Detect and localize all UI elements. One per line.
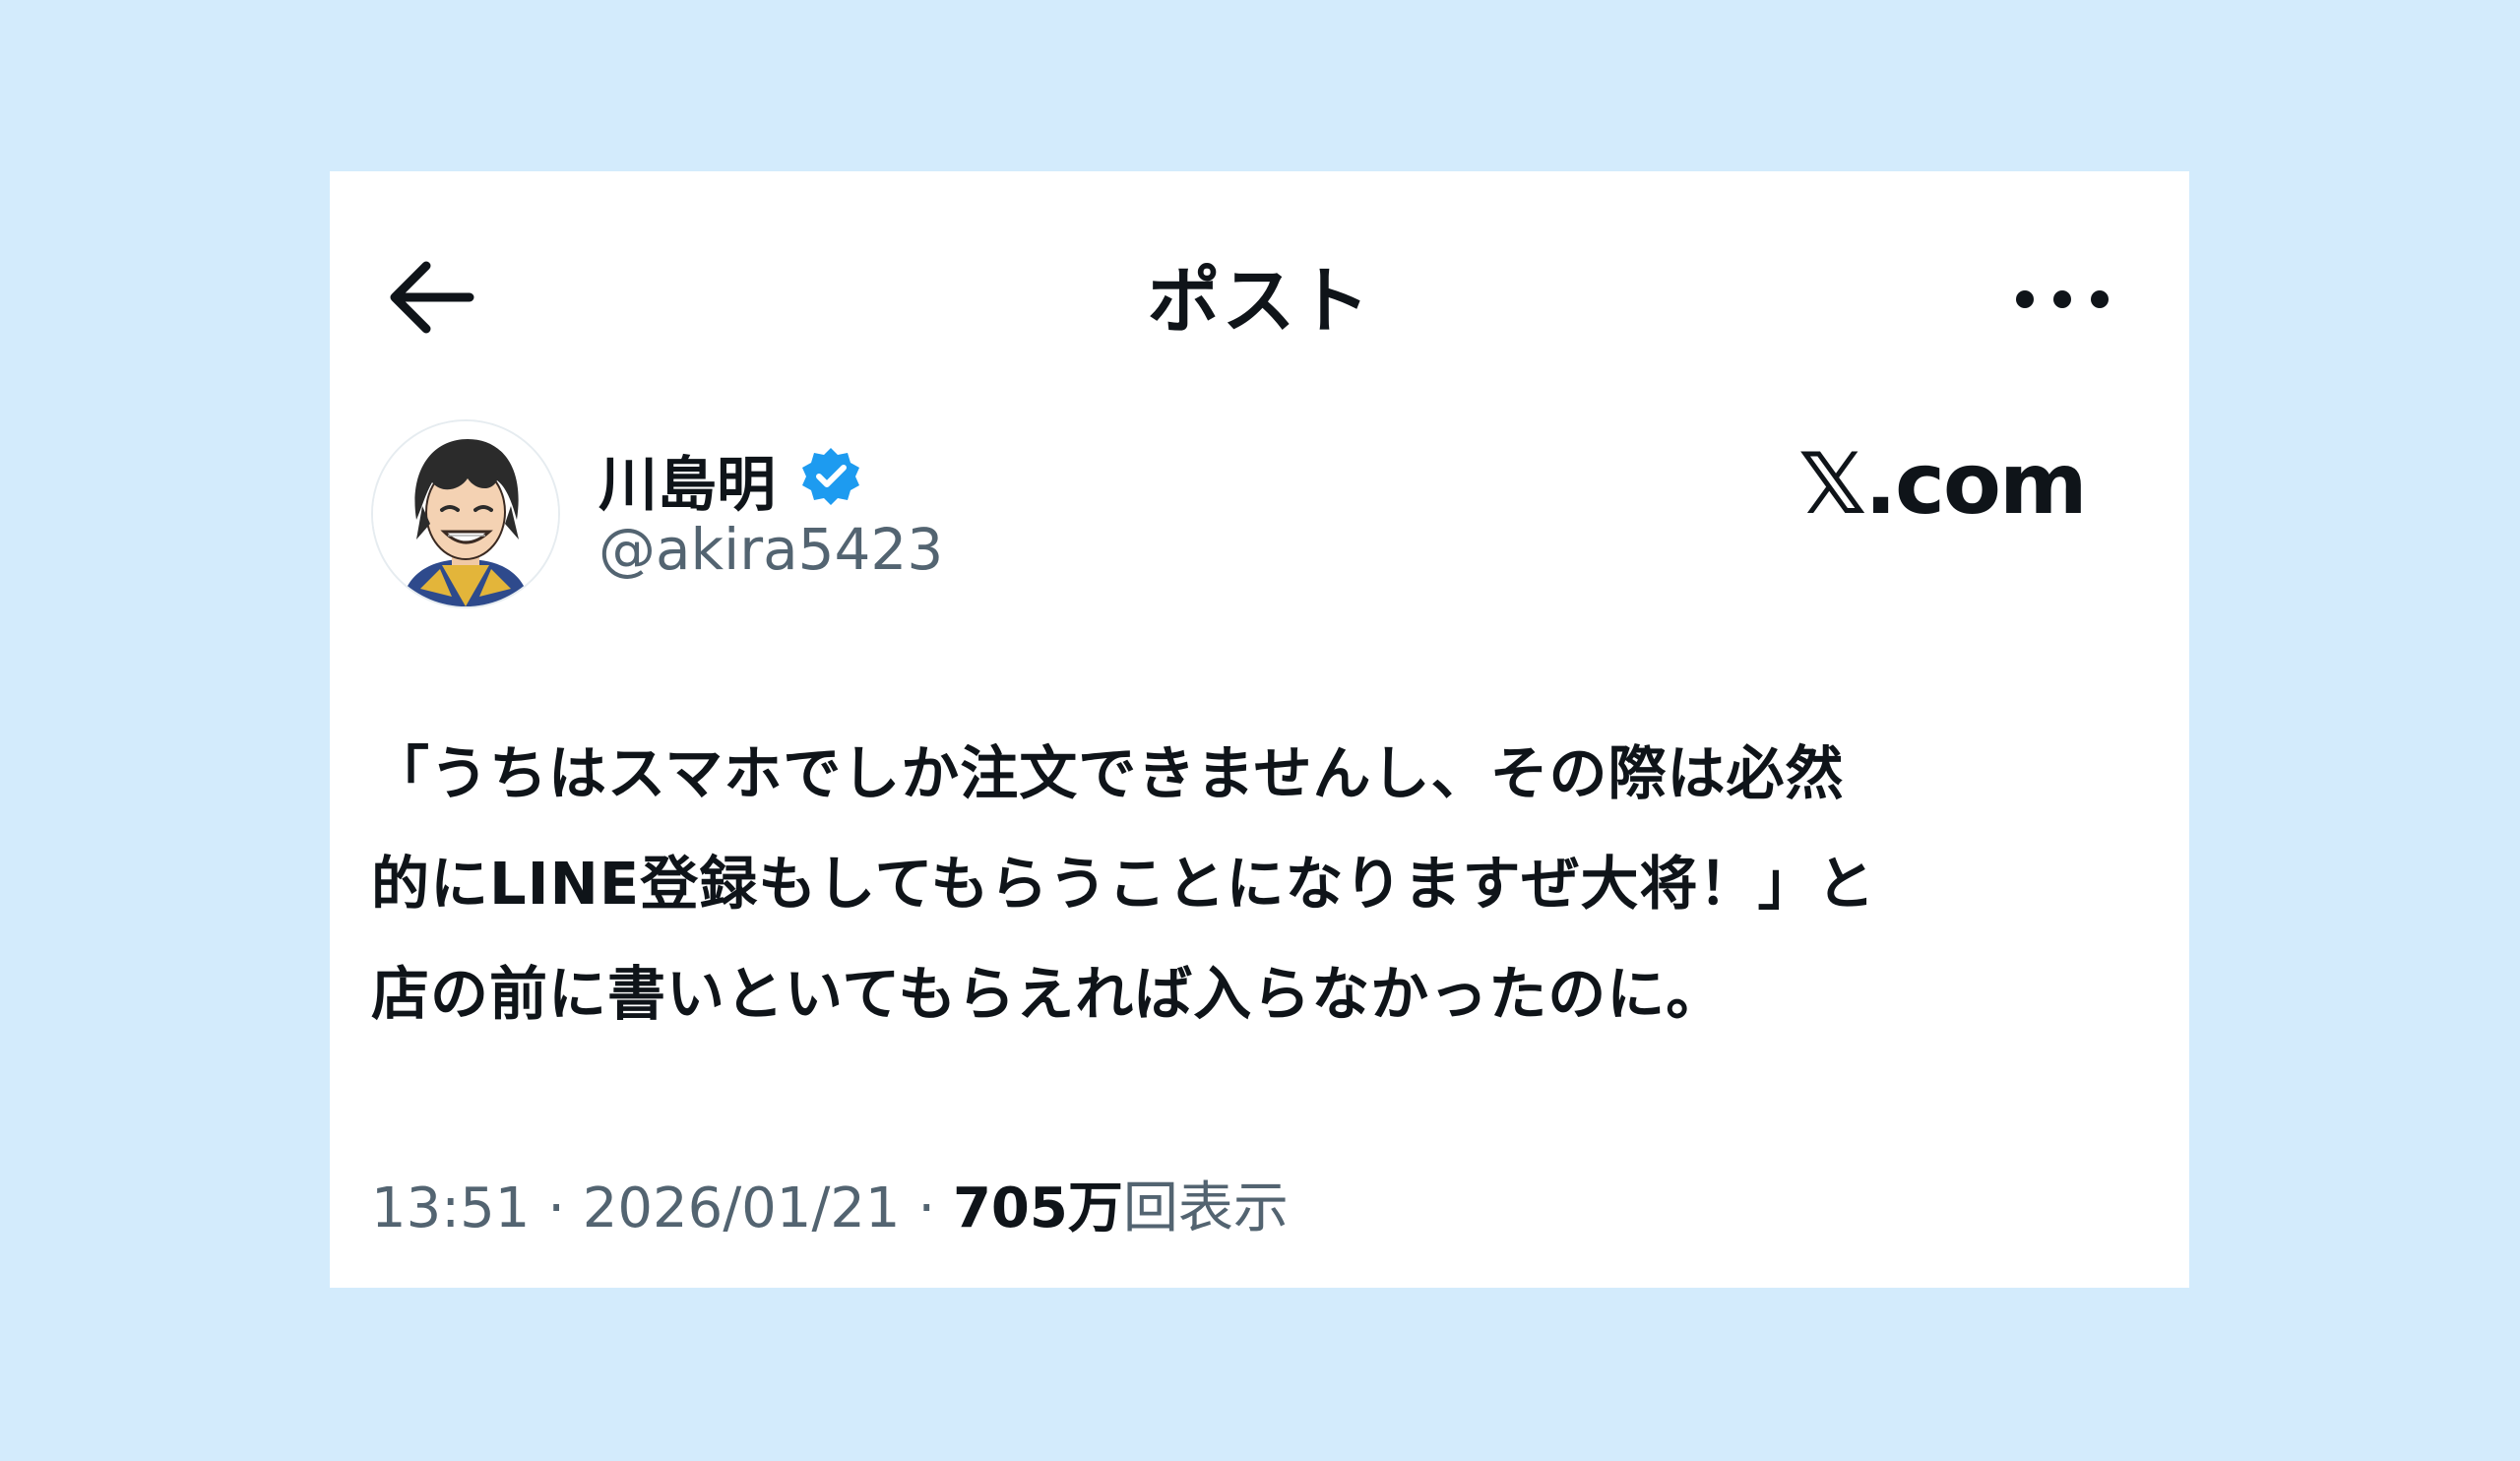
post-time[interactable]: 13:51 bbox=[371, 1176, 530, 1240]
avatar[interactable] bbox=[371, 419, 560, 608]
views-count: 705万 bbox=[952, 1176, 1123, 1240]
author-display-name[interactable]: 川島明 bbox=[598, 437, 776, 523]
avatar-illustration bbox=[373, 421, 558, 606]
top-bar: ポスト bbox=[330, 171, 2189, 408]
more-horizontal-icon bbox=[2016, 290, 2109, 308]
more-options-button[interactable] bbox=[2003, 270, 2121, 329]
verified-badge-icon bbox=[800, 445, 861, 506]
meta-separator: · bbox=[900, 1176, 953, 1240]
x-com-logo: 𝕏.com bbox=[1798, 435, 2088, 534]
meta-separator: · bbox=[530, 1176, 583, 1240]
post-meta: 13:51 · 2026/01/21 · 705万回表示 bbox=[371, 1164, 1289, 1243]
post-text: 「うちはスマホでしか注文できませんし、その際は必然 的にLINE登録もしてもらう… bbox=[371, 739, 1876, 1028]
author-handle[interactable]: @akira5423 bbox=[598, 516, 943, 583]
views-label: 回表示 bbox=[1122, 1176, 1289, 1240]
page-title: ポスト bbox=[1147, 259, 1372, 344]
post-card: ポスト 川島明 @akira5423 𝕏.com 「うちはスマホでしか注文できま… bbox=[330, 171, 2189, 1288]
post-date[interactable]: 2026/01/21 bbox=[583, 1176, 901, 1240]
